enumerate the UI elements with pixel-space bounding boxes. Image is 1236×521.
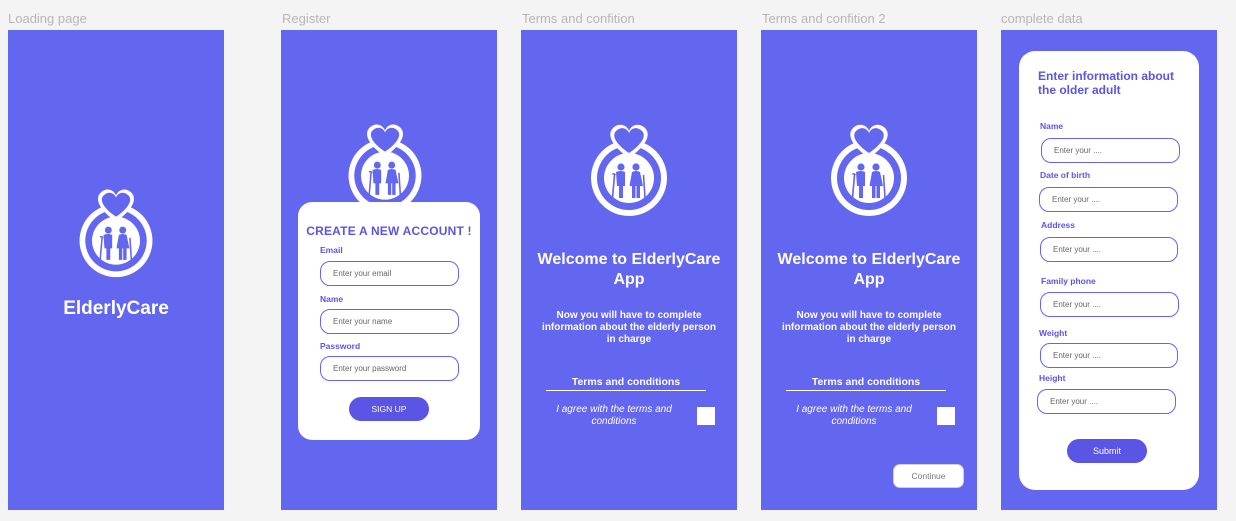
older-adult-form-card: Enter information about the older adult … (1019, 51, 1199, 490)
name-field[interactable] (320, 309, 459, 334)
app-name: ElderlyCare (63, 298, 169, 319)
name-label: Name (320, 294, 344, 304)
agree-terms-label: I agree with the terms and conditions (796, 404, 912, 427)
terms-frame: Welcome to ElderlyCare App Now you will … (521, 30, 737, 510)
password-label: Password (320, 341, 361, 351)
height-field[interactable] (1037, 389, 1176, 414)
email-field[interactable] (320, 261, 459, 286)
terms-2-frame: Welcome to ElderlyCare App Now you will … (761, 30, 977, 510)
loading-frame: ElderlyCare (8, 30, 224, 510)
welcome-heading: Welcome to ElderlyCare App (777, 251, 961, 288)
weight-label: Weight (1039, 328, 1068, 338)
frame-label-register: Register (282, 11, 331, 26)
agree-terms-checkbox[interactable] (697, 407, 715, 425)
date-of-birth-label: Date of birth (1040, 170, 1091, 180)
frame-label-terms: Terms and confition (522, 11, 635, 26)
height-label: Height (1039, 373, 1066, 383)
terms-and-conditions-link[interactable]: Terms and conditions (546, 376, 706, 391)
sign-up-button[interactable]: SIGN UP (349, 397, 429, 421)
register-frame: CREATE A NEW ACCOUNT ! Email Name Passwo… (281, 30, 497, 510)
elderlycare-logo-icon (579, 120, 679, 220)
name-label: Name (1040, 121, 1064, 131)
frame-label-terms-2: Terms and confition 2 (762, 11, 886, 26)
agree-terms-label: I agree with the terms and conditions (556, 404, 672, 427)
name-field[interactable] (1041, 138, 1180, 163)
address-field[interactable] (1040, 237, 1178, 262)
agree-terms-checkbox[interactable] (937, 407, 955, 425)
weight-field[interactable] (1040, 343, 1178, 368)
register-title: CREATE A NEW ACCOUNT ! (306, 224, 472, 238)
password-field[interactable] (320, 356, 459, 381)
welcome-subtext: Now you will have to complete informatio… (542, 310, 716, 345)
submit-button[interactable]: Submit (1067, 439, 1147, 463)
date-of-birth-field[interactable] (1039, 187, 1178, 212)
welcome-heading: Welcome to ElderlyCare App (537, 251, 721, 288)
register-card: CREATE A NEW ACCOUNT ! Email Name Passwo… (298, 202, 480, 440)
email-label: Email (320, 245, 343, 255)
elderlycare-logo-icon (819, 120, 919, 220)
frame-label-loading: Loading page (8, 11, 87, 26)
welcome-subtext: Now you will have to complete informatio… (782, 310, 956, 345)
complete-data-frame: Enter information about the older adult … (1001, 30, 1217, 510)
family-phone-label: Family phone (1041, 276, 1096, 286)
form-title: Enter information about the older adult (1038, 69, 1174, 97)
frame-label-complete-data: complete data (1001, 11, 1083, 26)
continue-button[interactable]: Continue (893, 464, 964, 488)
terms-and-conditions-link[interactable]: Terms and conditions (786, 376, 946, 391)
address-label: Address (1041, 220, 1076, 230)
family-phone-field[interactable] (1040, 292, 1179, 317)
elderlycare-logo-icon (68, 185, 164, 281)
